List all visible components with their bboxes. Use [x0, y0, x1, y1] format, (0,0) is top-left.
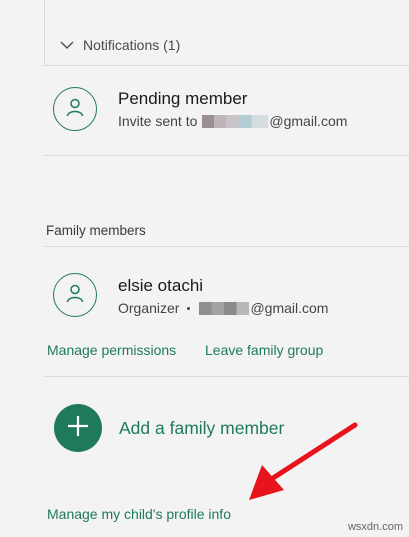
- watermark: wsxdn.com: [347, 521, 403, 533]
- red-arrow-annotation: [249, 422, 358, 500]
